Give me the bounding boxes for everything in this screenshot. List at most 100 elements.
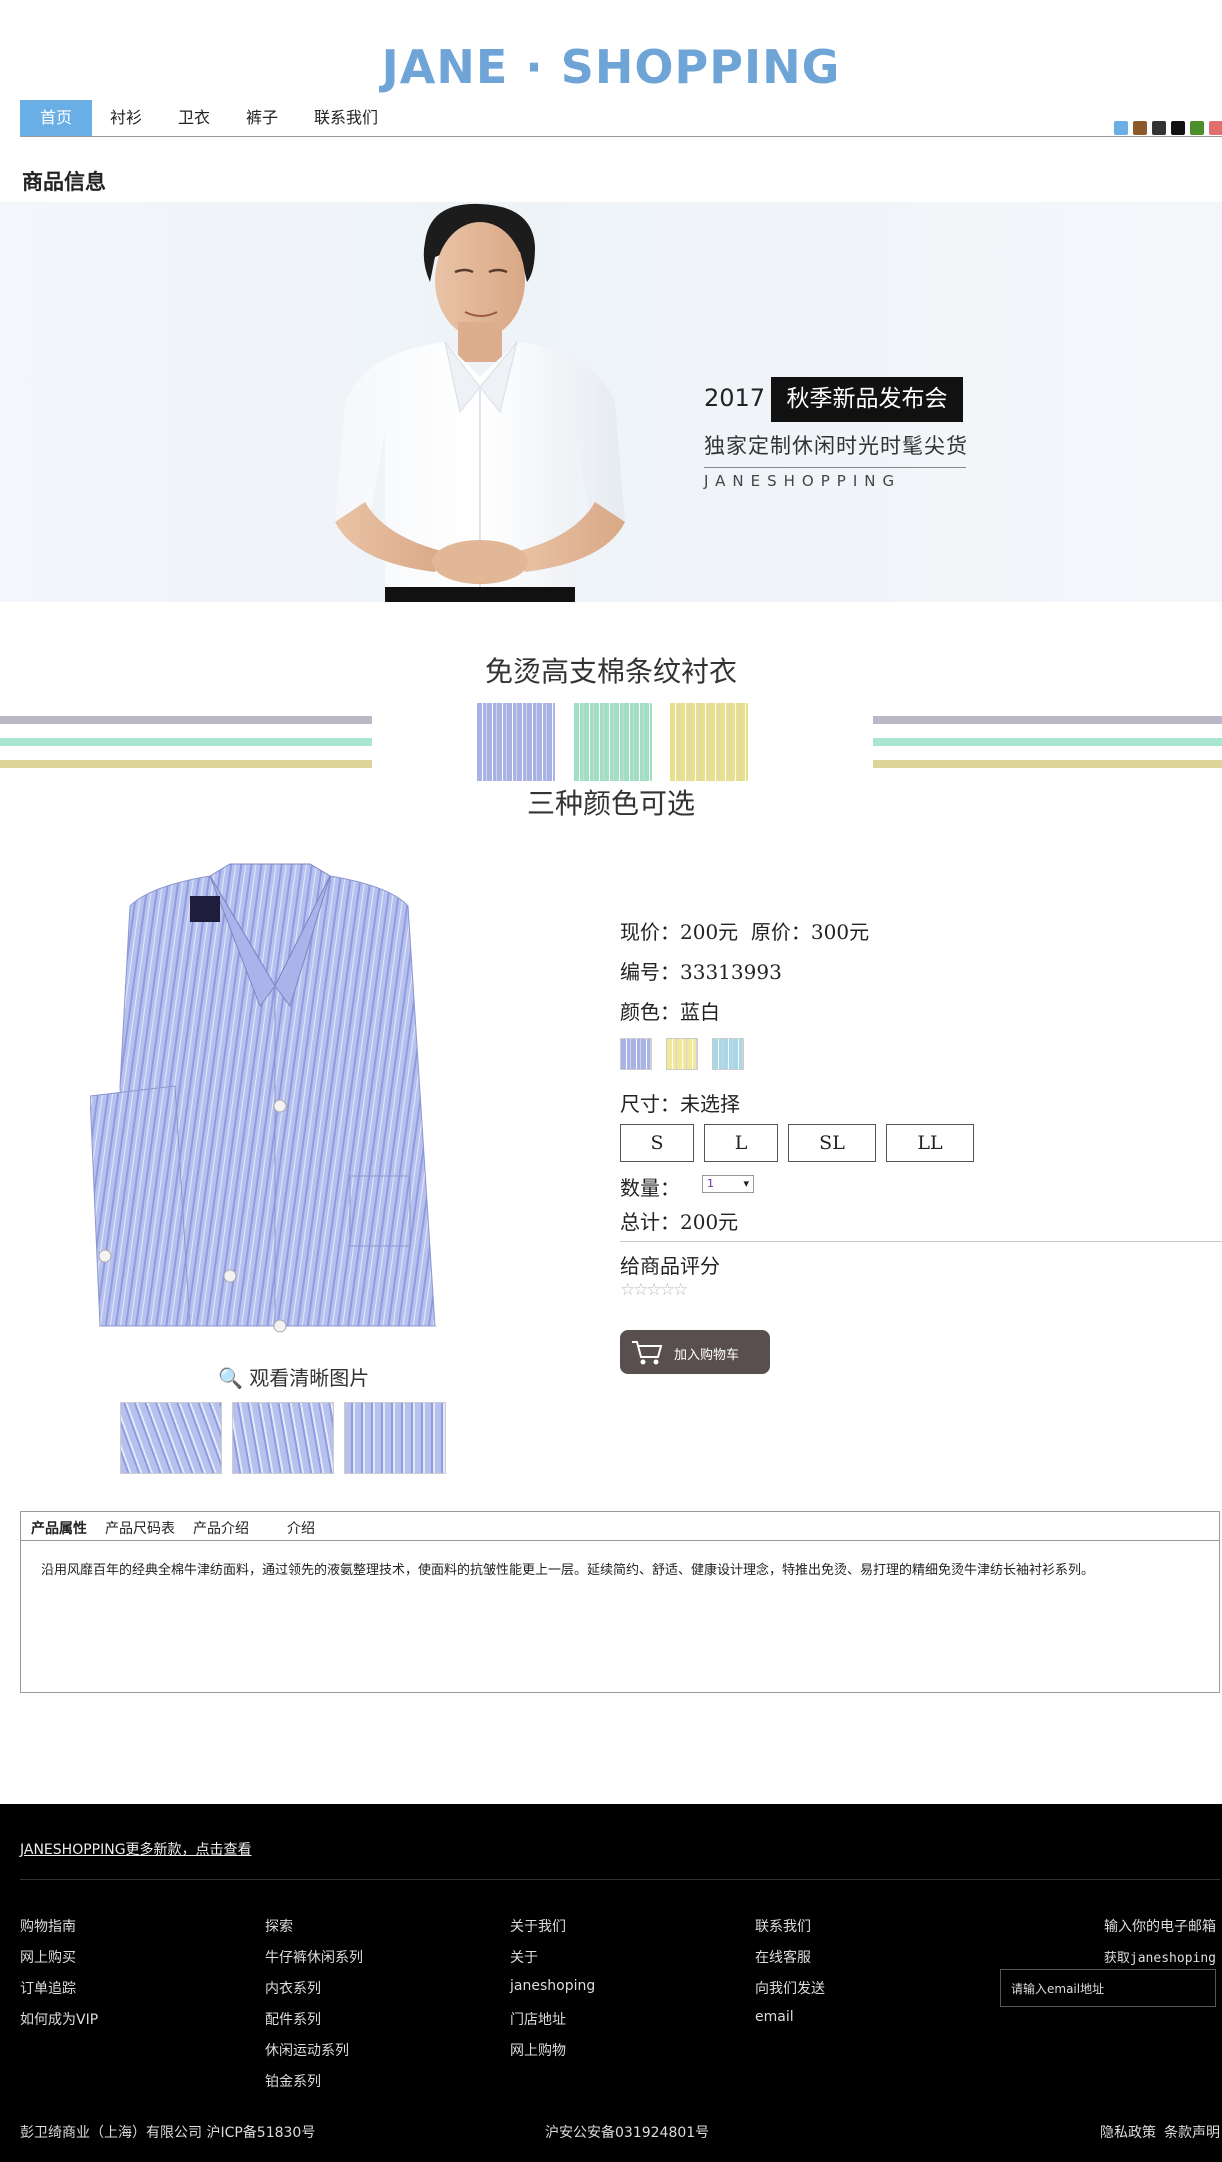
tab-attributes[interactable]: 产品属性 xyxy=(31,1518,87,1538)
price-value: 200元 xyxy=(680,920,739,944)
footer-link[interactable]: janeshoping xyxy=(510,1978,595,2009)
footer-link: 关于我们 xyxy=(510,1919,566,1935)
footer-more-link[interactable]: JANESHOPPING更多新款，点击查看 xyxy=(20,1839,252,1859)
rating-stars[interactable]: ☆☆☆☆☆ xyxy=(620,1280,688,1300)
product-description: 沿用风靡百年的经典全棉牛津纺面料，通过领先的液氨整理技术，使面料的抗皱性能更上一… xyxy=(41,1563,1095,1578)
theme-swatch[interactable] xyxy=(1152,121,1166,135)
footer-link: 联系我们 xyxy=(755,1919,811,1935)
fabric-swatch-blue[interactable] xyxy=(477,703,555,781)
magnifier-icon: 🔍 xyxy=(218,1366,243,1390)
nav-shirts[interactable]: 衬衫 xyxy=(92,100,160,136)
deco-stripe xyxy=(873,760,1222,768)
theme-swatch[interactable] xyxy=(1114,121,1128,135)
footer-link[interactable]: 在线客服 xyxy=(755,1947,825,1978)
zoom-label: 观看清晰图片 xyxy=(249,1366,370,1390)
footer-link[interactable]: 向我们发送 xyxy=(755,1978,825,2009)
color-label: 颜色： xyxy=(620,1000,680,1024)
nav-home[interactable]: 首页 xyxy=(20,100,92,136)
fabric-swatch-green[interactable] xyxy=(574,703,652,781)
theme-swatch[interactable] xyxy=(1190,121,1204,135)
qty-value: 1 xyxy=(707,1177,714,1190)
orig-price-value: 300元 xyxy=(810,920,870,944)
zoom-link[interactable]: 🔍 观看清晰图片 xyxy=(218,1362,369,1391)
footer-col-about: 关于我们关于 janeshoping 门店地址 网上购物 xyxy=(510,1916,595,2071)
footer-link[interactable]: 休闲运动系列 xyxy=(265,2040,363,2071)
chevron-down-icon: ▾ xyxy=(743,1177,749,1190)
banner-tag: 秋季新品发布会 xyxy=(771,377,963,422)
banner-year: 2017 xyxy=(704,384,766,412)
nav-pants[interactable]: 裤子 xyxy=(228,100,296,136)
size-button[interactable]: SL xyxy=(788,1124,876,1162)
product-main-image[interactable] xyxy=(90,856,450,1340)
thumbnail-3[interactable] xyxy=(344,1402,446,1474)
total-label: 总计： xyxy=(620,1210,680,1234)
deco-stripes-left xyxy=(0,716,372,782)
footer-link[interactable]: 内衣系列 xyxy=(265,1978,363,2009)
orig-price-label: 原价： xyxy=(750,920,811,944)
thumbnail-2[interactable] xyxy=(232,1402,334,1474)
tab-size-chart[interactable]: 产品尺码表 xyxy=(105,1518,175,1538)
tab-intro[interactable]: 介绍 xyxy=(287,1518,315,1538)
deco-stripes-right xyxy=(873,716,1222,782)
color-option[interactable] xyxy=(666,1038,698,1070)
footer-link[interactable]: 如何成为VIP xyxy=(20,2009,98,2040)
size-button[interactable]: L xyxy=(704,1124,778,1162)
size-label: 尺寸： xyxy=(620,1092,680,1116)
color-options-text: 三种颜色可选 xyxy=(526,787,695,820)
add-to-cart-button[interactable]: 加入购物车 xyxy=(620,1330,770,1374)
banner-brand: JANESHOPPING xyxy=(704,472,902,490)
rating-divider xyxy=(620,1241,1222,1242)
tab-introduction[interactable]: 产品介绍 xyxy=(193,1518,249,1538)
model-photo xyxy=(335,203,625,602)
company-info: 彭卫绮商业（上海）有限公司 沪ICP备51830号 xyxy=(20,2125,316,2141)
size-button[interactable]: LL xyxy=(886,1124,974,1162)
star-icon[interactable]: ☆ xyxy=(647,1280,662,1300)
nav-hoodies[interactable]: 卫衣 xyxy=(160,100,228,136)
footer-link[interactable]: 关于 xyxy=(510,1947,595,1978)
color-option[interactable] xyxy=(620,1038,652,1070)
subscribe-subtitle: 获取janeshoping xyxy=(1103,1951,1216,1966)
footer-link[interactable]: 订单追踪 xyxy=(20,1978,98,2009)
deco-stripe xyxy=(873,738,1222,746)
banner-subtitle: 独家定制休闲时光时髦尖货 xyxy=(704,434,968,458)
email-subscribe-input[interactable]: 请输入email地址 xyxy=(1000,1969,1216,2007)
site-logo[interactable]: JANE · SHOPPING xyxy=(0,40,1222,94)
footer-link[interactable]: 铂金系列 xyxy=(265,2071,363,2102)
quantity-select[interactable]: 1 ▾ xyxy=(702,1175,754,1193)
star-icon[interactable]: ☆ xyxy=(673,1280,688,1300)
cart-label: 加入购物车 xyxy=(674,1348,740,1363)
price-label: 现价： xyxy=(620,920,680,944)
star-icon[interactable]: ☆ xyxy=(620,1280,635,1300)
cart-icon xyxy=(632,1341,663,1365)
theme-swatch[interactable] xyxy=(1171,121,1185,135)
footer-link[interactable]: 门店地址 xyxy=(510,2009,595,2040)
deco-stripe xyxy=(873,716,1222,724)
section-title: 商品信息 xyxy=(22,169,106,194)
star-icon[interactable]: ☆ xyxy=(633,1280,648,1300)
footer-link[interactable]: 网上购买 xyxy=(20,1947,98,1978)
site-footer: JANESHOPPING更多新款，点击查看 购物指南网上购买 订单追踪 如何成为VI… xyxy=(0,1804,1222,2162)
footer-link[interactable]: 网上购物 xyxy=(510,2040,595,2071)
footer-link: 购物指南 xyxy=(20,1919,76,1935)
theme-swatch[interactable] xyxy=(1133,121,1147,135)
hero-banner[interactable] xyxy=(0,202,1222,602)
footer-link[interactable]: email xyxy=(755,2009,825,2040)
size-button[interactable]: S xyxy=(620,1124,694,1162)
footer-link[interactable]: 牛仔裤休闲系列 xyxy=(265,1947,363,1978)
sku-label: 编号： xyxy=(620,960,680,984)
theme-swatch[interactable] xyxy=(1209,121,1222,135)
size-value: 未选择 xyxy=(680,1092,740,1116)
footer-link[interactable]: 配件系列 xyxy=(265,2009,363,2040)
product-title: 免烫高支棉条纹衬衣 xyxy=(484,655,737,688)
subscribe-title: 输入你的电子邮箱 xyxy=(1104,1919,1216,1935)
nav-contact[interactable]: 联系我们 xyxy=(296,100,396,136)
color-option[interactable] xyxy=(712,1038,744,1070)
sku-value: 33313993 xyxy=(680,960,782,984)
color-value: 蓝白 xyxy=(680,1000,720,1024)
thumbnail-1[interactable] xyxy=(120,1402,222,1474)
total-value: 200元 xyxy=(680,1210,739,1234)
terms-link[interactable]: 条款声明 xyxy=(1164,2122,1220,2142)
fabric-swatch-yellow[interactable] xyxy=(670,703,748,781)
privacy-link[interactable]: 隐私政策 xyxy=(1100,2122,1156,2142)
star-icon[interactable]: ☆ xyxy=(660,1280,675,1300)
